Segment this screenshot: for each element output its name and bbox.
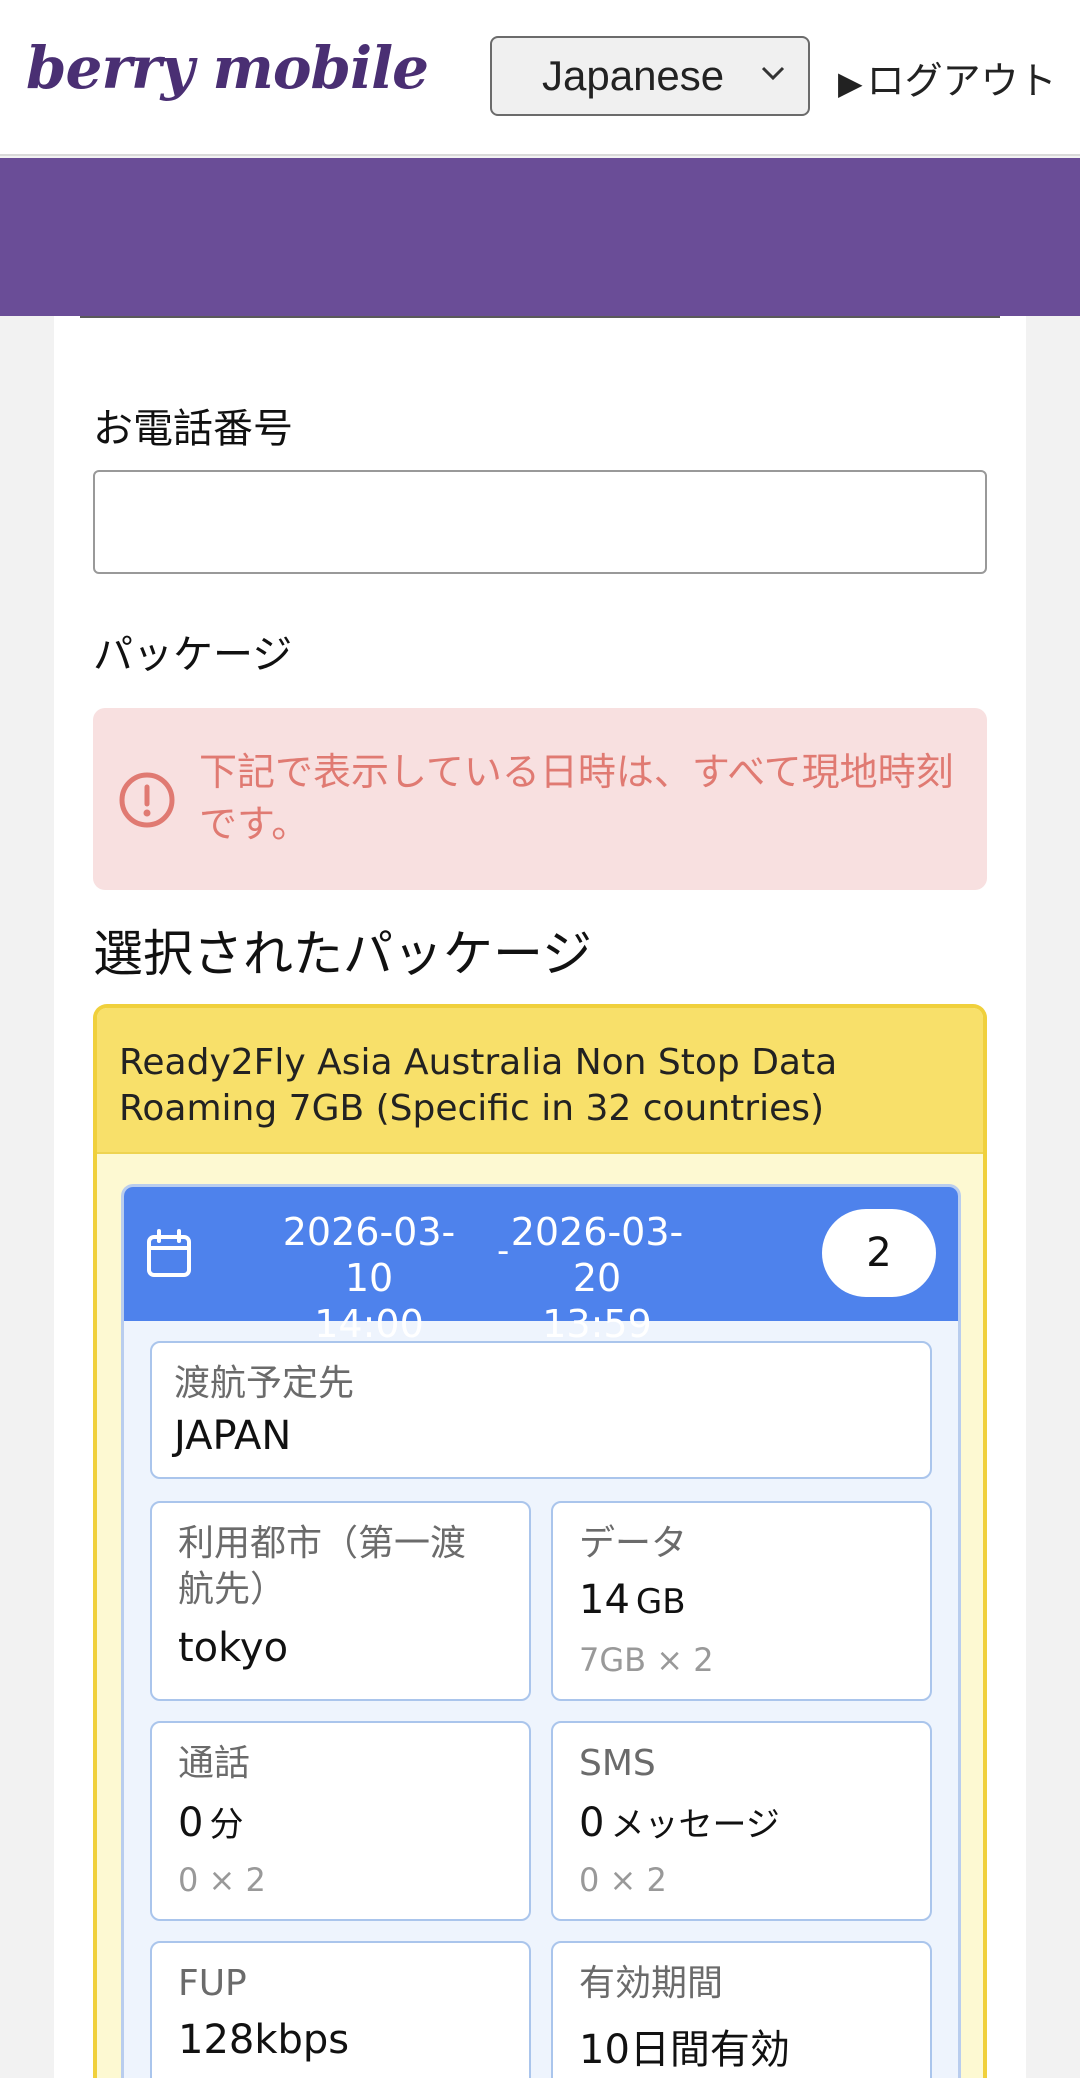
data-tile: データ 14 GB 7GB × 2 bbox=[551, 1501, 932, 1701]
city-label: 利用都市（第一渡航先） bbox=[178, 1523, 467, 1610]
data-unit: GB bbox=[635, 1582, 686, 1622]
logout-link[interactable]: ▶ ログアウト bbox=[838, 50, 1057, 105]
package-name: Ready2Fly Asia Australia Non Stop Data R… bbox=[119, 1042, 838, 1129]
validity-tile: 有効期間 10日間有効 bbox=[551, 1941, 932, 2078]
call-amount: 0分 bbox=[178, 1797, 243, 1846]
play-triangle-icon: ▶ bbox=[838, 64, 863, 102]
validity-label: 有効期間 bbox=[579, 1963, 724, 2004]
call-value: 0 bbox=[178, 1800, 204, 1846]
data-amount: 14 GB bbox=[579, 1577, 686, 1623]
destination-tile: 渡航予定先 JAPAN bbox=[150, 1341, 932, 1479]
phone-label: お電話番号 bbox=[93, 406, 293, 452]
header-banner bbox=[0, 158, 1080, 316]
data-label: データ bbox=[579, 1523, 688, 1564]
data-breakdown: 7GB × 2 bbox=[579, 1641, 714, 1679]
fup-tile: FUP 128kbps bbox=[150, 1941, 531, 2078]
selected-package-title: 選択されたパッケージ bbox=[93, 925, 592, 983]
sms-label: SMS bbox=[579, 1743, 656, 1784]
fup-value: 128kbps bbox=[178, 2017, 350, 2063]
end-date: 2026-03-20 bbox=[510, 1210, 684, 1300]
package-header: Ready2Fly Asia Australia Non Stop Data R… bbox=[97, 1008, 983, 1154]
package-detail-panel: 2026-03-10 14:00 - 2026-03-20 13:59 2 渡航… bbox=[121, 1184, 961, 2078]
local-time-alert: 下記で表示している日時は、すべて現地時刻です。 bbox=[93, 708, 987, 890]
start-datetime: 2026-03-10 14:00 bbox=[269, 1209, 469, 1347]
call-tile: 通話 0分 0 × 2 bbox=[150, 1721, 531, 1921]
sms-tile: SMS 0 メッセージ 0 × 2 bbox=[551, 1721, 932, 1921]
section-divider bbox=[80, 316, 1000, 318]
logout-label: ログアウト bbox=[866, 59, 1057, 103]
calendar-icon bbox=[147, 1229, 191, 1277]
call-label: 通話 bbox=[178, 1743, 251, 1784]
sms-value: 0 bbox=[579, 1800, 605, 1846]
language-select[interactable]: Japanese bbox=[490, 36, 810, 116]
validity-value: 10日間有効 bbox=[579, 2027, 790, 2073]
destination-value: JAPAN bbox=[174, 1413, 292, 1459]
quantity-badge: 2 bbox=[822, 1209, 936, 1297]
chevron-down-icon bbox=[761, 66, 785, 81]
package-label: パッケージ bbox=[93, 632, 293, 678]
start-date: 2026-03-10 bbox=[282, 1210, 456, 1300]
call-breakdown: 0 × 2 bbox=[178, 1861, 266, 1899]
sms-amount: 0 メッセージ bbox=[579, 1797, 780, 1846]
data-value: 14 bbox=[579, 1577, 630, 1623]
sms-breakdown: 0 × 2 bbox=[579, 1861, 667, 1899]
exclamation-circle-icon bbox=[119, 772, 175, 828]
date-range-bar: 2026-03-10 14:00 - 2026-03-20 13:59 2 bbox=[124, 1187, 958, 1346]
destination-label: 渡航予定先 bbox=[174, 1363, 355, 1404]
phone-input[interactable] bbox=[93, 470, 987, 574]
sms-unit: メッセージ bbox=[610, 1805, 780, 1845]
brand-logo[interactable]: berry mobile bbox=[26, 34, 429, 102]
fup-label: FUP bbox=[178, 1963, 247, 2004]
end-datetime: 2026-03-20 13:59 bbox=[497, 1209, 697, 1347]
call-unit: 分 bbox=[209, 1805, 244, 1845]
top-header: berry mobile Japanese ▶ ログアウト bbox=[0, 0, 1080, 156]
selected-package-card: Ready2Fly Asia Australia Non Stop Data R… bbox=[93, 1004, 987, 2078]
city-value: tokyo bbox=[178, 1625, 289, 1671]
alert-message: 下記で表示している日時は、すべて現地時刻です。 bbox=[199, 750, 954, 846]
city-tile: 利用都市（第一渡航先） tokyo bbox=[150, 1501, 531, 1701]
language-select-value: Japanese bbox=[542, 52, 725, 99]
